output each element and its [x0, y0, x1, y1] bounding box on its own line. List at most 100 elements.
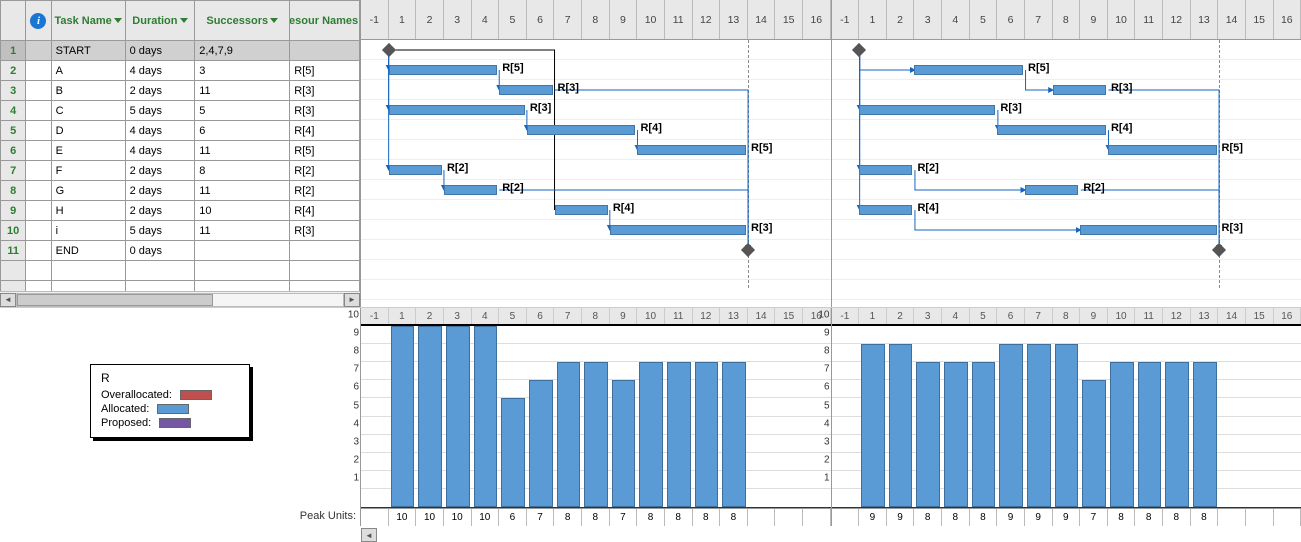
- histogram-bar[interactable]: [584, 362, 608, 507]
- histogram-bar[interactable]: [972, 362, 996, 507]
- cell-duration[interactable]: 4 days: [125, 141, 195, 161]
- cell-resources[interactable]: R[4]: [290, 201, 360, 221]
- cell-info[interactable]: [26, 101, 51, 121]
- table-row[interactable]: 10i5 days11R[3]: [1, 221, 360, 241]
- cell-duration[interactable]: 2 days: [125, 201, 195, 221]
- gantt-bar[interactable]: [1025, 185, 1078, 195]
- cell-successors[interactable]: 3: [195, 61, 290, 81]
- table-row[interactable]: 4C5 days5R[3]: [1, 101, 360, 121]
- table-row[interactable]: 6 E4 days11R[5]: [1, 141, 360, 161]
- gantt-chart-levelled[interactable]: -112345678910111213141516 R[5]R[3]R[3]R[…: [831, 0, 1301, 307]
- cell-duration[interactable]: 5 days: [125, 101, 195, 121]
- gantt-chart-original[interactable]: -112345678910111213141516 R[5]R[3]R[3]R[…: [360, 0, 831, 307]
- histogram-bar[interactable]: [916, 362, 940, 507]
- row-number[interactable]: 5: [1, 121, 26, 141]
- cell-duration[interactable]: 2 days: [125, 161, 195, 181]
- row-number[interactable]: 2: [1, 61, 26, 81]
- gantt-bar[interactable]: [555, 205, 608, 215]
- cell-duration[interactable]: 4 days: [125, 121, 195, 141]
- table-row[interactable]: 11 END0 days: [1, 241, 360, 261]
- gantt-bar[interactable]: [1108, 145, 1217, 155]
- row-number[interactable]: 4: [1, 101, 26, 121]
- row-number[interactable]: 11: [1, 241, 26, 261]
- task-table[interactable]: i Task Name Duration Successors Resour N…: [0, 0, 360, 301]
- row-number[interactable]: 6: [1, 141, 26, 161]
- gantt-bar[interactable]: [389, 65, 498, 75]
- chevron-down-icon[interactable]: [270, 18, 278, 23]
- cell-resources[interactable]: R[2]: [290, 161, 360, 181]
- cell-task-name[interactable]: D: [51, 121, 125, 141]
- col-successors[interactable]: Successors: [195, 1, 290, 41]
- histogram-bar[interactable]: [639, 362, 663, 507]
- scroll-right-button[interactable]: ►: [344, 293, 360, 307]
- resource-histogram-original[interactable]: -112345678910111213141516 12345678910 10…: [360, 308, 831, 526]
- col-resources[interactable]: Resour Names: [290, 1, 360, 41]
- table-row[interactable]: 1START0 days2,4,7,9: [1, 41, 360, 61]
- cell-info[interactable]: [26, 201, 51, 221]
- table-row[interactable]: 7F2 days8R[2]: [1, 161, 360, 181]
- row-number[interactable]: 8: [1, 181, 26, 201]
- histogram-bar[interactable]: [446, 326, 470, 507]
- histogram-bar[interactable]: [1027, 344, 1051, 507]
- col-row-number[interactable]: [1, 1, 26, 41]
- cell-duration[interactable]: 5 days: [125, 221, 195, 241]
- resource-histogram-levelled[interactable]: -112345678910111213141516 12345678910 99…: [831, 308, 1301, 526]
- table-row[interactable]: 9 H2 days10R[4]: [1, 201, 360, 221]
- cell-successors[interactable]: 8: [195, 161, 290, 181]
- gantt-bar[interactable]: [1053, 85, 1106, 95]
- cell-resources[interactable]: R[2]: [290, 181, 360, 201]
- cell-resources[interactable]: R[5]: [290, 61, 360, 81]
- gantt-bar[interactable]: [997, 125, 1106, 135]
- cell-info[interactable]: [26, 61, 51, 81]
- cell-task-name[interactable]: E: [51, 141, 125, 161]
- col-duration[interactable]: Duration: [125, 1, 195, 41]
- histogram-bar[interactable]: [667, 362, 691, 507]
- scroll-thumb[interactable]: [17, 294, 213, 306]
- cell-successors[interactable]: 10: [195, 201, 290, 221]
- histogram-bar[interactable]: [501, 398, 525, 507]
- histogram-bar[interactable]: [695, 362, 719, 507]
- cell-duration[interactable]: 0 days: [125, 241, 195, 261]
- cell-resources[interactable]: [290, 241, 360, 261]
- cell-task-name[interactable]: A: [51, 61, 125, 81]
- cell-info[interactable]: [26, 221, 51, 241]
- table-row[interactable]: 8G2 days11R[2]: [1, 181, 360, 201]
- chevron-down-icon[interactable]: [180, 18, 188, 23]
- cell-info[interactable]: [26, 181, 51, 201]
- cell-task-name[interactable]: B: [51, 81, 125, 101]
- cell-duration[interactable]: 2 days: [125, 181, 195, 201]
- scroll-left-button[interactable]: ◄: [361, 528, 377, 542]
- cell-task-name[interactable]: i: [51, 221, 125, 241]
- scroll-track[interactable]: [16, 293, 344, 307]
- cell-task-name[interactable]: END: [51, 241, 125, 261]
- cell-successors[interactable]: 5: [195, 101, 290, 121]
- histogram-bar[interactable]: [557, 362, 581, 507]
- gantt-bar[interactable]: [637, 145, 746, 155]
- histogram-bar[interactable]: [612, 380, 636, 507]
- cell-info[interactable]: [26, 141, 51, 161]
- gantt-bar[interactable]: [859, 105, 995, 115]
- cell-task-name[interactable]: G: [51, 181, 125, 201]
- gantt-bar[interactable]: [859, 165, 912, 175]
- cell-task-name[interactable]: H: [51, 201, 125, 221]
- histogram-bar[interactable]: [1165, 362, 1189, 507]
- col-info[interactable]: i: [26, 1, 51, 41]
- gantt-bar[interactable]: [610, 225, 746, 235]
- histogram-bar[interactable]: [944, 362, 968, 507]
- cell-successors[interactable]: 6: [195, 121, 290, 141]
- histogram-bar[interactable]: [391, 326, 415, 507]
- gantt-bar[interactable]: [389, 165, 442, 175]
- cell-resources[interactable]: R[5]: [290, 141, 360, 161]
- cell-duration[interactable]: 4 days: [125, 61, 195, 81]
- gantt-bar[interactable]: [1080, 225, 1216, 235]
- cell-info[interactable]: [26, 81, 51, 101]
- table-row[interactable]: 5D4 days6R[4]: [1, 121, 360, 141]
- cell-successors[interactable]: 11: [195, 221, 290, 241]
- gantt-bar[interactable]: [444, 185, 497, 195]
- cell-task-name[interactable]: START: [51, 41, 125, 61]
- cell-info[interactable]: [26, 161, 51, 181]
- cell-successors[interactable]: 11: [195, 141, 290, 161]
- cell-resources[interactable]: R[3]: [290, 221, 360, 241]
- row-number[interactable]: 9: [1, 201, 26, 221]
- cell-duration[interactable]: 2 days: [125, 81, 195, 101]
